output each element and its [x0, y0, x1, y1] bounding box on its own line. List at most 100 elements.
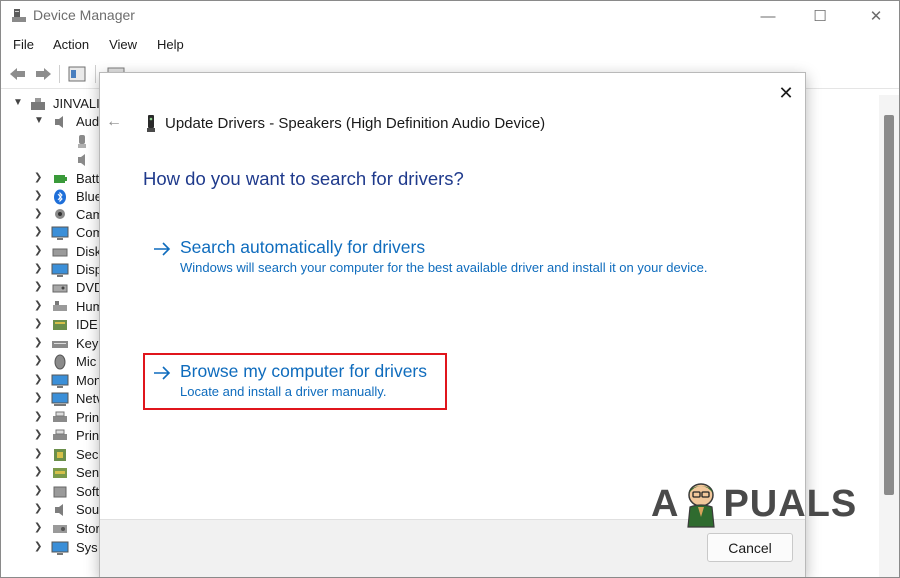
device-manager-icon [12, 9, 26, 22]
back-toolbar-icon[interactable] [8, 65, 28, 83]
tree-item[interactable]: ❯ Netv [1, 390, 103, 408]
tree-item-label: Prin [76, 410, 100, 425]
printer-icon [53, 429, 67, 440]
tree-item[interactable]: ❯ Com [1, 224, 103, 242]
chevron-right-icon[interactable]: ❯ [34, 208, 44, 222]
tree-item[interactable]: ❯ DVD [1, 279, 103, 297]
option-description: Locate and install a driver manually. [180, 384, 387, 399]
tree-item-label: Disk [76, 244, 102, 259]
chevron-right-icon[interactable]: ❯ [34, 337, 44, 351]
bluetooth-icon [54, 189, 66, 205]
chevron-right-icon[interactable]: ❯ [34, 503, 44, 517]
chevron-right-icon[interactable]: ❯ [34, 300, 44, 314]
tree-item[interactable]: ❯ Sys [1, 539, 101, 557]
tree-item[interactable]: ❯ Hum [1, 298, 103, 316]
chevron-right-icon[interactable]: ❯ [34, 466, 44, 480]
menu-help[interactable]: Help [145, 34, 192, 56]
menu-bar: File Action View Help [1, 34, 192, 56]
dialog-title: Update Drivers - Speakers (High Definiti… [165, 115, 546, 132]
tree-item[interactable]: ❯ Mic [1, 353, 101, 371]
appuals-mascot-logo [687, 483, 716, 528]
tree-item-label: Prin [76, 428, 100, 443]
chevron-right-icon[interactable]: ❯ [34, 245, 44, 259]
tree-item-label: Mic [76, 354, 97, 369]
tree-item-label: IDE [76, 317, 98, 332]
tree-item[interactable]: ❯ Key [1, 335, 101, 353]
back-arrow-icon[interactable]: ← [106, 113, 126, 133]
chevron-right-icon[interactable]: ❯ [34, 355, 44, 369]
tree-item-label: Sou [76, 502, 100, 517]
display-adapter-icon [51, 263, 69, 277]
tree-subitem[interactable] [1, 133, 101, 151]
tree-root[interactable]: ▼ JINVALI [1, 95, 101, 113]
chevron-right-icon[interactable]: ❯ [34, 485, 44, 499]
chevron-right-icon[interactable]: ❯ [34, 429, 44, 443]
chevron-right-icon[interactable]: ❯ [34, 522, 44, 536]
chevron-down-icon[interactable]: ▼ [13, 97, 23, 111]
tree-item[interactable]: ❯ Sec [1, 446, 101, 464]
speaker-icon [78, 154, 85, 166]
tree-item[interactable]: ❯ Mon [1, 372, 101, 390]
tree-item[interactable]: ❯ Sou [1, 501, 101, 519]
tree-item[interactable]: ❯ Prin [1, 427, 101, 445]
menu-file[interactable]: File [1, 34, 41, 56]
battery-icon [54, 175, 67, 183]
tree-item-label: Mon [76, 373, 102, 388]
vertical-scrollbar[interactable] [879, 95, 899, 577]
browse-my-computer-option[interactable]: Browse my computer for drivers Locate an… [146, 361, 446, 403]
right-arrow-icon [154, 242, 171, 256]
chevron-right-icon[interactable]: ❯ [34, 411, 44, 425]
scrollbar-thumb[interactable] [884, 115, 894, 495]
maximize-button[interactable]: ☐ [791, 1, 849, 31]
tree-item-label: Sec [76, 447, 99, 462]
chevron-right-icon[interactable]: ❯ [34, 541, 44, 555]
minimize-button[interactable]: — [739, 1, 797, 31]
chevron-right-icon[interactable]: ❯ [34, 318, 44, 332]
forward-toolbar-icon[interactable] [33, 65, 53, 83]
chevron-right-icon[interactable]: ❯ [34, 172, 44, 186]
monitor-icon [51, 374, 69, 388]
search-automatically-option[interactable]: Search automatically for drivers Windows… [146, 237, 746, 277]
cancel-button[interactable]: Cancel [707, 533, 793, 562]
option-title: Search automatically for drivers [180, 237, 426, 257]
chevron-right-icon[interactable]: ❯ [34, 190, 44, 204]
chevron-right-icon[interactable]: ❯ [34, 448, 44, 462]
tree-item-audio[interactable]: ▼ Aud [1, 113, 101, 131]
tree-item[interactable]: ❯ Batt [1, 170, 101, 188]
tree-item-label: Batt [76, 171, 100, 186]
tree-item[interactable]: ❯ Cam [1, 206, 103, 224]
chevron-right-icon[interactable]: ❯ [34, 392, 44, 406]
camera-icon [55, 209, 65, 219]
tree-subitem[interactable] [1, 151, 101, 169]
properties-toolbar-icon[interactable] [67, 65, 87, 83]
close-icon[interactable]: ✕ [772, 79, 800, 107]
appuals-watermark: A PUALS [651, 479, 857, 529]
tree-item[interactable]: ❯ Stor [1, 520, 101, 538]
security-device-icon [54, 449, 66, 461]
chevron-down-icon[interactable]: ▼ [34, 115, 44, 129]
printer-icon [53, 411, 67, 422]
tree-item[interactable]: ❯ Blue [1, 188, 102, 206]
tree-item[interactable]: ❯ Sen [1, 464, 101, 482]
chevron-right-icon[interactable]: ❯ [34, 263, 44, 277]
chevron-right-icon[interactable]: ❯ [34, 226, 44, 240]
sound-controller-icon [55, 504, 63, 516]
watermark-text-right: PUALS [723, 482, 858, 525]
chevron-right-icon[interactable]: ❯ [34, 374, 44, 388]
close-window-button[interactable]: ✕ [847, 1, 899, 31]
tree-item-label: Soft [76, 484, 100, 499]
tree-item[interactable]: ❯ IDE [1, 316, 101, 334]
disk-drive-icon [52, 248, 68, 257]
chevron-right-icon[interactable]: ❯ [34, 281, 44, 295]
menu-view[interactable]: View [97, 34, 145, 56]
tree-item[interactable]: ❯ Disk [1, 243, 101, 261]
menu-action[interactable]: Action [41, 34, 97, 56]
device-tree: ▼ JINVALI ▼ Aud ❯ Batt ❯ Blue ❯ Cam ❯ Co… [1, 95, 103, 577]
tree-item[interactable]: ❯ Prin [1, 409, 101, 427]
system-device-icon [51, 541, 69, 555]
tree-root-label: JINVALI [53, 96, 100, 111]
tree-item[interactable]: ❯ Disp [1, 261, 102, 279]
tree-item[interactable]: ❯ Soft [1, 483, 101, 501]
dialog-question-heading: How do you want to search for drivers? [143, 168, 464, 189]
tree-item-label: Stor [76, 521, 100, 536]
